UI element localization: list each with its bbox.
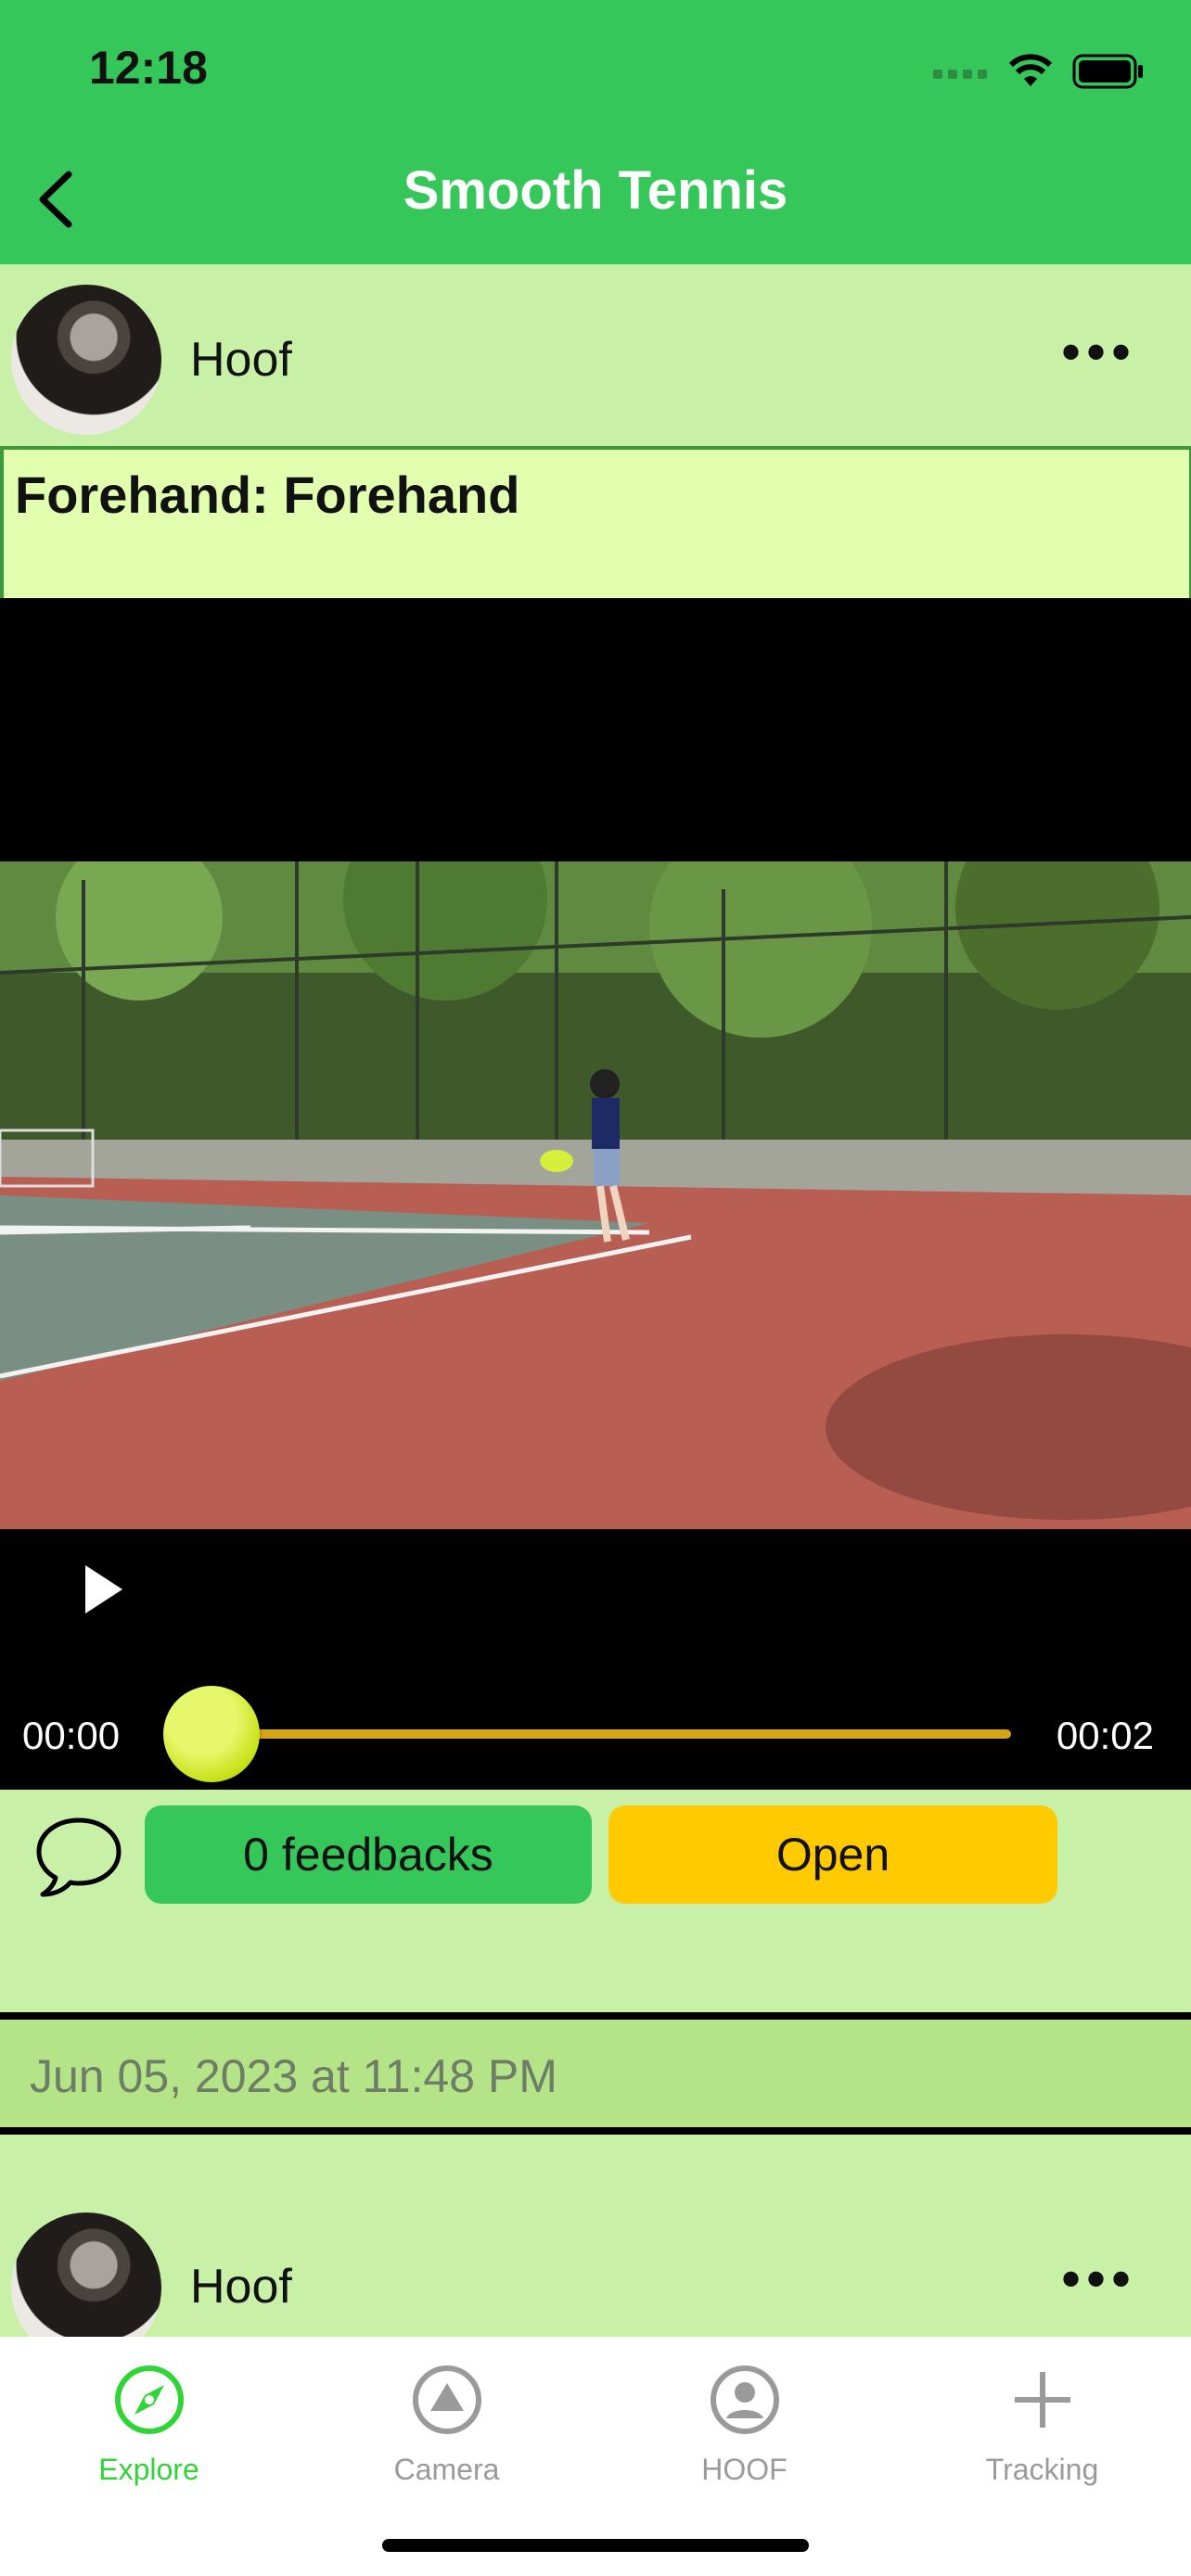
tab-camera[interactable]: Camera bbox=[298, 2337, 596, 2522]
triangle-circle-icon bbox=[412, 2366, 481, 2434]
post-title: Forehand: Forehand bbox=[15, 465, 520, 524]
tab-label: HOOF bbox=[701, 2453, 788, 2486]
home-indicator bbox=[382, 2539, 809, 2552]
post-date: Jun 05, 2023 at 11:48 PM bbox=[30, 2050, 557, 2102]
status-icons bbox=[933, 48, 1145, 95]
more-options-button[interactable]: ••• bbox=[1061, 325, 1136, 380]
play-button[interactable] bbox=[80, 1562, 126, 1617]
compass-icon bbox=[114, 2366, 184, 2434]
post-title-box: Forehand: Forehand bbox=[0, 446, 1191, 602]
post-username[interactable]: Hoof bbox=[190, 332, 292, 388]
feedbacks-button[interactable]: 0 feedbacks bbox=[145, 1805, 592, 1904]
person-circle-icon bbox=[710, 2366, 779, 2434]
scrubber-tennis-ball-icon[interactable] bbox=[163, 1686, 260, 1782]
elapsed-time: 00:00 bbox=[22, 1714, 121, 1757]
status-time: 12:18 bbox=[89, 42, 208, 94]
tab-tracking[interactable]: Tracking bbox=[893, 2337, 1191, 2522]
navigation-bar bbox=[0, 0, 1191, 264]
page-title: Smooth Tennis bbox=[403, 160, 788, 221]
divider bbox=[0, 2127, 1191, 2135]
status-open-button[interactable]: Open bbox=[608, 1805, 1057, 1904]
post-header bbox=[0, 264, 1191, 446]
more-options-button[interactable]: ••• bbox=[1061, 2251, 1136, 2307]
video-frame[interactable] bbox=[0, 861, 1191, 1529]
avatar[interactable] bbox=[11, 285, 161, 435]
battery-icon bbox=[1072, 54, 1143, 89]
post-username[interactable]: Hoof bbox=[190, 2259, 292, 2315]
tab-label: Camera bbox=[393, 2453, 500, 2486]
tab-label: Tracking bbox=[985, 2453, 1099, 2486]
tab-label: Explore bbox=[98, 2453, 199, 2486]
post-date-row: Jun 05, 2023 at 11:48 PM bbox=[0, 2020, 1191, 2127]
plus-icon bbox=[1014, 2372, 1070, 2428]
wifi-icon bbox=[1008, 54, 1053, 86]
total-duration: 00:02 bbox=[1056, 1714, 1154, 1757]
cellular-signal-icon bbox=[933, 70, 987, 79]
progress-track[interactable] bbox=[167, 1729, 1011, 1739]
chat-bubble-icon[interactable] bbox=[33, 1813, 124, 1902]
tab-explore[interactable]: Explore bbox=[0, 2337, 298, 2522]
divider bbox=[0, 2012, 1191, 2020]
tab-hoof[interactable]: HOOF bbox=[596, 2337, 893, 2522]
